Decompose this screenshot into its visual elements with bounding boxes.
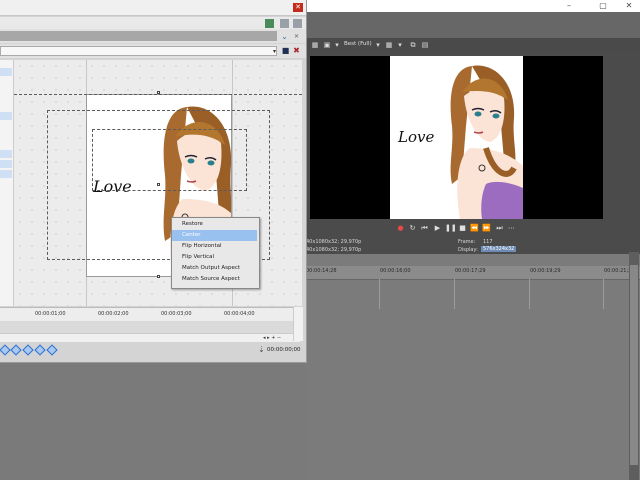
resize-handle[interactable]: [157, 91, 160, 94]
play-icon[interactable]: ▶: [433, 224, 442, 233]
keyframe-vertical-scrollbar[interactable]: [293, 307, 303, 341]
keyframe-track[interactable]: [0, 321, 294, 333]
timeline-gridline: [529, 279, 530, 309]
display-value: 576x324x32: [481, 246, 517, 252]
preview-frame: Love: [390, 56, 523, 219]
maximize-button[interactable]: ▢: [592, 0, 614, 12]
timeline-tick: 00:00:17;29: [455, 268, 486, 274]
quality-dropdown-icon[interactable]: ▾: [374, 41, 382, 49]
app-top-strip: [306, 12, 640, 38]
split-screen-icon[interactable]: ▣: [323, 41, 331, 49]
sidebar-item[interactable]: [0, 160, 12, 168]
menu-item-restore[interactable]: Restore: [172, 219, 257, 230]
ruler-tick: 00:00:02;00: [98, 311, 129, 317]
overlays-icon[interactable]: ▦: [385, 41, 393, 49]
dropdown-arrow-icon[interactable]: ▾: [270, 47, 279, 56]
frame-value: 117: [483, 239, 493, 245]
text-bounding-box[interactable]: [92, 129, 247, 191]
menu-item-match-output-aspect[interactable]: Match Output Aspect: [172, 263, 257, 274]
ruler-tick: 00:00:03;00: [161, 311, 192, 317]
timeline-scroll-thumb[interactable]: [630, 265, 638, 465]
record-icon[interactable]: ●: [396, 224, 405, 233]
view-icon[interactable]: [280, 19, 289, 28]
next-frame-icon[interactable]: ⏩: [482, 224, 491, 233]
close-window-button[interactable]: ✕: [618, 0, 640, 12]
dialog-timecode: 00:00:00;00: [267, 347, 301, 353]
timeline-tick: 00:00:14;28: [306, 268, 337, 274]
ruler-tick: 00:00:01;00: [35, 311, 66, 317]
menu-item-flip-vertical[interactable]: Flip Vertical: [172, 252, 257, 263]
timeline-gridline: [603, 279, 604, 309]
menu-item-flip-horizontal[interactable]: Flip Horizontal: [172, 241, 257, 252]
project-info-line1: 40x1080x32; 29,970p: [306, 239, 362, 245]
chevron-down-icon[interactable]: ▾: [333, 41, 341, 49]
options-icon[interactable]: [293, 19, 302, 28]
timeline-gridline: [454, 279, 455, 309]
timeline-panel[interactable]: [306, 254, 640, 480]
resize-handle[interactable]: [157, 275, 160, 278]
dialog-toolbar: [0, 17, 306, 29]
save-snapshot-icon[interactable]: ▤: [421, 41, 429, 49]
jump-end-icon[interactable]: ⏭: [495, 224, 504, 233]
sidebar-item[interactable]: [0, 112, 12, 120]
artwork-text: Love: [398, 128, 435, 146]
center-handle[interactable]: [157, 183, 160, 186]
sidebar-item[interactable]: [0, 150, 12, 158]
close-icon[interactable]: ✕: [292, 32, 301, 41]
pause-icon[interactable]: ❚❚: [445, 224, 457, 233]
prev-frame-icon[interactable]: ⏪: [470, 224, 479, 233]
overlays-dropdown-icon[interactable]: ▾: [396, 41, 404, 49]
grid-toggle-icon[interactable]: [265, 19, 274, 28]
ruler-tick: 00:00:04;00: [224, 311, 255, 317]
sidebar-item[interactable]: [0, 68, 12, 76]
save-icon[interactable]: ■: [281, 46, 290, 55]
preset-bar[interactable]: [0, 31, 277, 41]
cursor-position-icon: ⇣: [258, 345, 265, 354]
delete-icon[interactable]: ✖: [292, 46, 301, 55]
preset-select[interactable]: [0, 46, 277, 56]
timeline-tick: 00:00:16;00: [380, 268, 411, 274]
chevron-down-icon[interactable]: ⌄: [280, 32, 289, 41]
zoom-controls[interactable]: ◂ ▸ + −: [263, 335, 293, 341]
minimize-button[interactable]: –: [558, 0, 580, 12]
frame-label: Frame:: [458, 239, 476, 245]
timeline-gridline: [379, 279, 380, 309]
stop-icon[interactable]: ■: [458, 224, 467, 233]
preview-quality-select[interactable]: Best (Full): [344, 41, 372, 47]
app-titlebar: [306, 0, 640, 12]
project-info-line2: 40x1080x32; 29,970p: [306, 247, 362, 253]
preview-settings-icon[interactable]: ▦: [311, 41, 319, 49]
menu-item-match-source-aspect[interactable]: Match Source Aspect: [172, 274, 257, 285]
properties-sidebar: [0, 60, 14, 306]
more-icon[interactable]: ⋯: [507, 224, 516, 233]
menu-item-center[interactable]: Center: [172, 230, 257, 241]
copy-snapshot-icon[interactable]: ⧉: [409, 41, 417, 49]
timeline-tick: 00:00:19;29: [530, 268, 561, 274]
loop-icon[interactable]: ↻: [408, 224, 417, 233]
sidebar-item[interactable]: [0, 170, 12, 178]
guide-line: [14, 94, 302, 95]
play-from-start-icon[interactable]: ⏮: [420, 224, 429, 233]
dialog-titlebar[interactable]: [0, 0, 306, 16]
dialog-close-button[interactable]: ✕: [293, 3, 303, 12]
display-label: Display:: [458, 247, 478, 253]
